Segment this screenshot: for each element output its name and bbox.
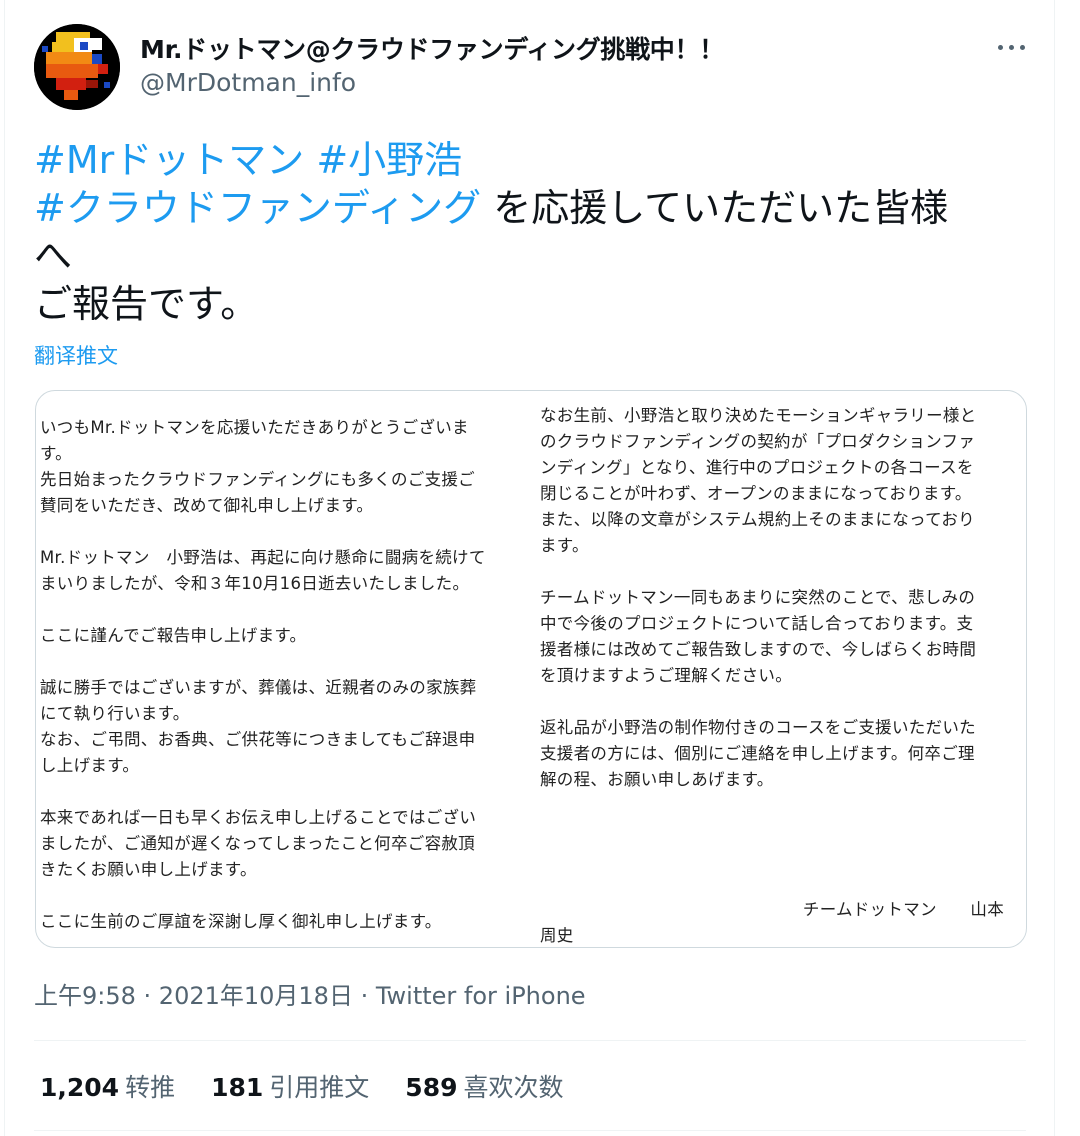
hashtag-link[interactable]: #クラウドファンディング [34,186,481,230]
image-text-line: 支援者の方には、個別にご連絡を申し上げます。何卒ご理 [540,744,975,763]
tweet-time[interactable]: 上午9:58 [34,982,136,1010]
author-handle[interactable]: @MrDotman_info [140,68,356,97]
likes-label: 喜欢次数 [463,1073,564,1102]
quotes-stat[interactable]: 181 引用推文 [211,1068,369,1104]
image-text-line: を頂けますようご理解ください。 [540,666,792,685]
tweet-line-4: ご報告です。 [34,282,259,326]
pixel-art-avatar-icon [34,24,120,110]
image-text-gap [540,689,1012,715]
image-text-gap [40,519,530,545]
dot [997,44,1003,50]
image-text-line: し上げます。 [40,756,140,775]
image-signature: チームドットマン 山本 [802,900,1004,919]
likes-count: 589 [405,1073,458,1102]
image-text-gap [540,819,1012,845]
tweet-line-1: #Mrドットマン #小野浩 [34,136,1024,184]
image-text-line: 中で今後のプロジェクトについて話し合っております。支 [540,614,974,633]
image-text-gap [540,559,1012,585]
retweets-stat[interactable]: 1,204 转推 [40,1068,175,1104]
tweet-text-a: を応援していただいた皆様 [481,186,949,230]
divider [34,1130,1026,1131]
tweet-stats: 1,204 转推 181 引用推文 589 喜欢次数 [40,1068,564,1104]
image-text-gap [540,845,1012,871]
image-text-line: なお、ご弔問、お香典、ご供花等につきましてもご辞退申 [40,730,476,749]
image-text-line: 先日始まったクラウドファンディングにも多くのご支援ご [40,470,475,489]
image-text-line: ここに謹んでご報告申し上げます。 [40,626,307,645]
image-text-line: にて執り行います。 [40,704,190,723]
image-text-line: のクラウドファンディングの契約が「プロダクションファ [540,432,976,451]
tweet-line-2: #クラウドファンディング を応援していただいた皆様 [34,184,1024,232]
image-signature-name: 周史 [540,926,574,945]
retweets-label: 转推 [125,1073,176,1102]
frame-border-left [4,0,5,1136]
meta-separator: · [352,982,376,1010]
image-text-gap [40,883,530,909]
meta-separator: · [135,982,159,1010]
image-text-gap [540,793,1012,819]
image-text-line: Mr.ドットマン 小野浩は、再起に向け懸命に闘病を続けて [40,548,486,567]
hashtag-link[interactable]: #Mrドットマン [34,138,304,182]
image-text-line: 閉じることが叶わず、オープンのままになっております。 [540,484,972,503]
author-display-name[interactable]: Mr.ドットマン@クラウドファンディング挑戦中！！ [140,30,724,66]
tweet-image[interactable]: いつもMr.ドットマンを応援いただきありがとうございま す。 先日始まったクラウ… [35,390,1027,948]
translate-tweet-link[interactable]: 翻译推文 [34,340,118,370]
image-text-line: ましたが、ご通知が遅くなってしまったこと何卒ご容赦頂 [40,834,475,853]
image-text-line: 賛同をいただき、改めて御礼申し上げます。 [40,496,374,515]
tweet-source-link[interactable]: Twitter for iPhone [376,982,586,1010]
image-text-gap [40,597,530,623]
image-text-line: 本来であれば一日も早くお伝え申し上げることではござい [40,808,477,827]
avatar[interactable] [34,24,120,110]
more-options-icon[interactable] [986,32,1036,62]
tweet-line-3: へ [34,234,73,278]
frame-border-right [1054,0,1055,1136]
retweets-count: 1,204 [40,1073,120,1102]
quotes-count: 181 [211,1073,264,1102]
tweet-text: #Mrドットマン #小野浩 #クラウドファンディング を応援していただいた皆様 … [34,136,1024,328]
image-text-line: チームドットマン一同もあまりに突然のことで、悲しみの [540,588,976,607]
image-text-line: 返礼品が小野浩の制作物付きのコースをご支援いただいた [540,718,976,737]
image-text-line: 援者様には改めてご報告致しますので、今しばらくお時間 [540,640,977,659]
divider [34,1040,1026,1041]
dot [1019,44,1025,50]
tweet-date[interactable]: 2021年10月18日 [159,982,353,1010]
image-text-line: ます。 [540,536,589,555]
image-text-line: す。 [40,444,72,463]
image-text-line: また、以降の文章がシステム規約上そのままになっており [540,510,975,529]
image-text-line: きたくお願い申し上げます。 [40,860,257,879]
image-text-line: ンディング」となり、進行中のプロジェクトの各コースを [540,458,974,477]
image-text-line: なお生前、小野浩と取り決めたモーションギャラリー様と [540,406,977,425]
image-text-line: まいりましたが、令和３年10月16日逝去いたしました。 [40,574,470,593]
hashtag-link[interactable]: #小野浩 [316,138,462,182]
tweet-meta: 上午9:58 · 2021年10月18日 · Twitter for iPhon… [34,976,586,1011]
image-text-line: 解の程、お願い申しあげます。 [540,770,774,789]
image-text-gap [40,649,530,675]
image-right-column: なお生前、小野浩と取り決めたモーションギャラリー様と のクラウドファンディングの… [540,403,1012,947]
dot [1008,44,1014,50]
image-text-gap [540,871,1012,897]
image-left-column: いつもMr.ドットマンを応援いただきありがとうございま す。 先日始まったクラウ… [40,415,530,935]
likes-stat[interactable]: 589 喜欢次数 [405,1068,563,1104]
image-text-line: いつもMr.ドットマンを応援いただきありがとうございま [40,418,469,437]
image-text-gap [40,779,530,805]
quotes-label: 引用推文 [269,1073,370,1102]
image-text-line: 誠に勝手ではございますが、葬儀は、近親者のみの家族葬 [40,678,477,697]
image-text-line: ここに生前のご厚誼を深謝し厚く御礼申し上げます。 [40,912,442,931]
